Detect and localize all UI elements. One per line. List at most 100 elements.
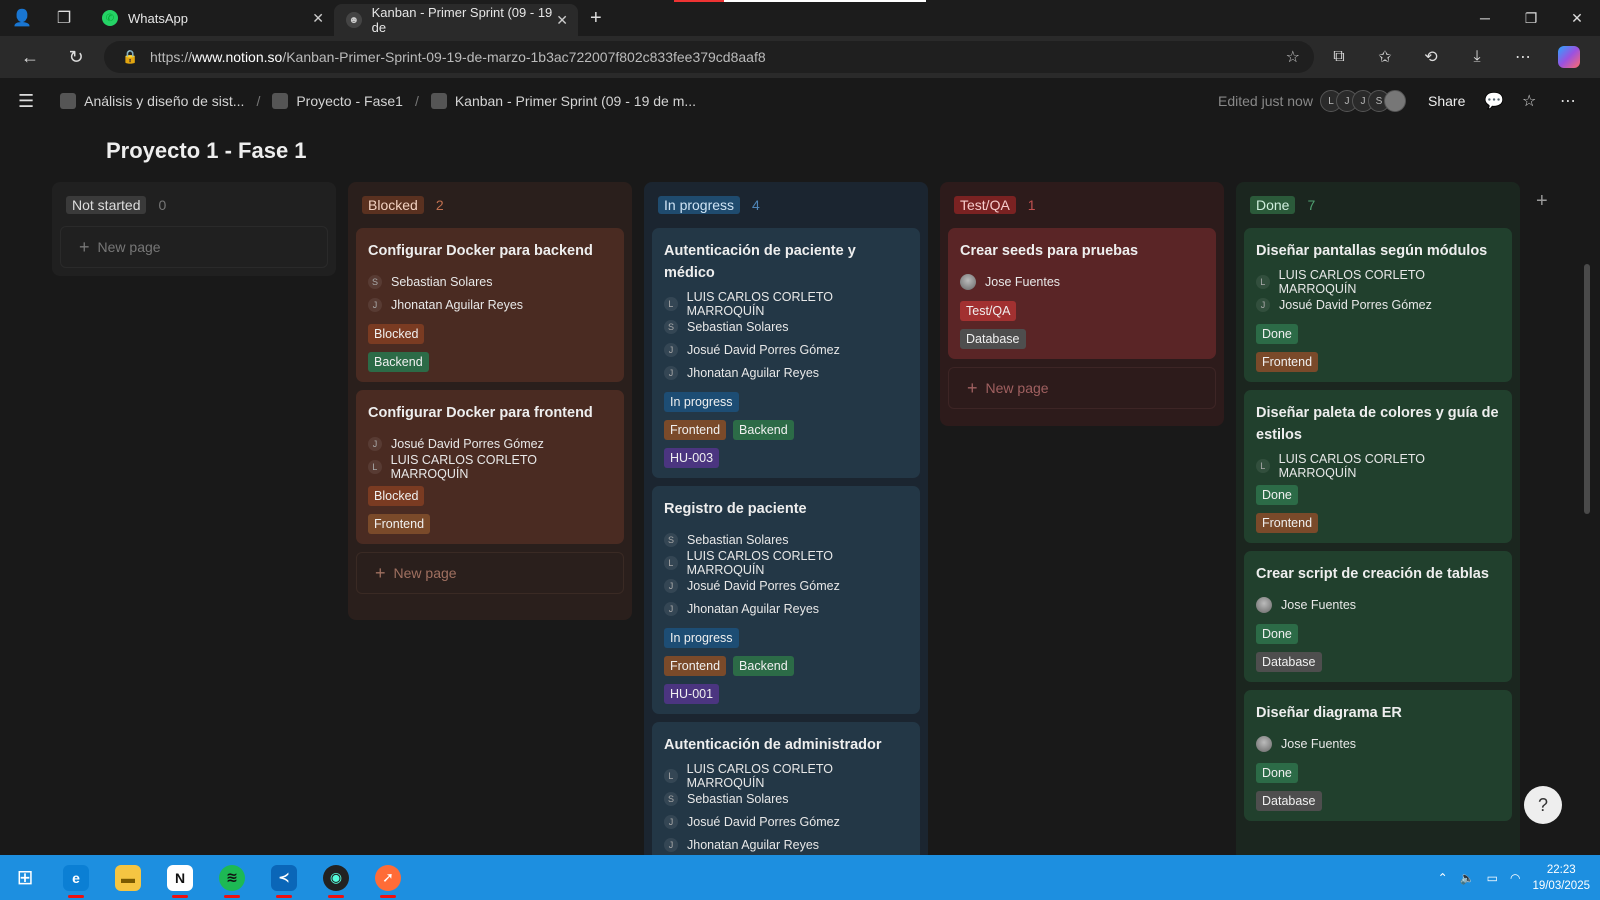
card-title: Diseñar diagrama ER [1256,705,1402,721]
kanban-card[interactable]: Crear script de creación de tablas Jose … [1244,551,1512,682]
share-button[interactable]: Share [1428,93,1465,109]
assignee: Jose Fuentes [960,270,1204,293]
notion-icon[interactable]: N [154,855,206,900]
close-window-icon[interactable]: ✕ [1554,0,1600,36]
kanban-card[interactable]: Diseñar pantallas según módulos L LUIS CA… [1244,228,1512,382]
new-page-label: New page [97,239,161,255]
assignee-name: Josué David Porres Gómez [391,436,544,451]
more-options-icon[interactable]: ⋯ [1560,91,1576,111]
column-done: Done 7 Diseñar pantallas según módulos L… [1236,182,1520,862]
postman-icon[interactable]: ➚ [362,855,414,900]
help-icon[interactable]: ? [1524,786,1562,824]
page-icon [430,93,447,109]
menu-icon[interactable]: ☰ [18,91,34,112]
close-icon[interactable]: ✕ [312,10,324,27]
assignee: J Jhonatan Aguilar Reyes [368,293,612,316]
downloads-icon[interactable]: ⤓ [1454,41,1500,73]
assignee-initial: S [664,791,678,806]
spotify-icon[interactable]: ≋ [206,855,258,900]
kanban-card[interactable]: Diseñar paleta de colores y guía de esti… [1244,390,1512,543]
scrollbar[interactable] [1584,264,1590,514]
restore-icon[interactable]: ❐ [1508,0,1554,36]
close-icon[interactable]: ✕ [556,12,568,29]
column-header[interactable]: Test/QA 1 [948,190,1216,220]
assignee-name: LUIS CARLOS CORLETO MARROQUÍN [1278,267,1425,296]
battery-icon[interactable]: ▭ [1487,871,1498,885]
column-count: 2 [435,197,444,213]
chevron-up-icon[interactable]: ⌃ [1438,871,1448,885]
status-tag: In progress [664,392,739,412]
workspaces-icon[interactable]: ❐ [52,6,76,30]
breadcrumb-project[interactable]: Proyecto - Fase1 [272,93,403,109]
user-story-tag: HU-003 [664,448,720,468]
kanban-card[interactable]: Diseñar diagrama ER Jose Fuentes Done Da… [1244,690,1512,821]
favorites-icon[interactable]: ✩ [1362,41,1408,73]
column-header[interactable]: Not started 0 [60,190,328,220]
new-page-button[interactable]: + New page [948,367,1216,409]
new-tab-button[interactable]: + [590,7,602,30]
breadcrumb-workspace[interactable]: Análisis y diseño de sist... [60,93,244,109]
folder-logo: ▬ [115,864,141,891]
assignee-name: Sebastian Solares [687,532,789,547]
add-column-button[interactable]: + [1536,190,1548,213]
back-icon[interactable]: ← [10,41,50,73]
kanban-card[interactable]: Configurar Docker para backend S Sebastia… [356,228,624,382]
more-icon[interactable]: ⋯ [1500,41,1546,73]
url-field[interactable]: 🔒 https://www.notion.so/Kanban-Primer-Sp… [104,41,1314,73]
column-header[interactable]: In progress 4 [652,190,920,220]
column-header[interactable]: Done 7 [1244,190,1512,220]
area-tag: Backend [733,420,794,440]
system-tray: ⌃ 🔈 ▭ ◠ 22:23 19/03/2025 [1438,855,1590,900]
column-header[interactable]: Blocked 2 [356,190,624,220]
wifi-icon[interactable]: ◠ [1510,871,1520,885]
tab-kanban[interactable]: ☻ Kanban - Primer Sprint (09 - 19 de ✕ [334,4,578,36]
clock[interactable]: 22:23 19/03/2025 [1532,862,1590,894]
assignee-name: Josué David Porres Gómez [687,814,840,829]
edge-icon[interactable]: e [50,855,102,900]
copilot-icon[interactable] [1558,46,1580,68]
new-page-button[interactable]: + New page [356,552,624,594]
assignee-name: Jhonatan Aguilar Reyes [687,365,820,380]
area-tag: Backend [733,656,794,676]
comments-icon[interactable]: 💬 [1484,91,1504,111]
file-explorer-icon[interactable]: ▬ [102,855,154,900]
area-tag: Backend [368,352,429,372]
area-tag: Database [960,329,1026,349]
favorite-icon[interactable]: ☆ [1522,91,1536,111]
url-path: /Kanban-Primer-Sprint-09-19-de-marzo-1b3… [282,49,766,65]
assignee-name: Sebastian Solares [687,791,789,806]
assignee-initial: J [664,601,678,616]
tab-whatsapp[interactable]: ✆ WhatsApp ✕ [90,0,334,36]
kanban-card[interactable]: Autenticación de administrador L LUIS CAR… [652,722,920,862]
new-page-button[interactable]: + New page [60,226,328,268]
refresh-icon[interactable]: ↻ [56,41,96,73]
area-tag: Frontend [368,514,431,534]
plus-icon: + [79,236,90,257]
column-count: 7 [1307,197,1316,213]
kanban-card[interactable]: Crear seeds para pruebas Jose Fuentes Te… [948,228,1216,359]
volume-icon[interactable]: 🔈 [1460,871,1475,885]
assignee: Jose Fuentes [1256,593,1500,616]
windows-start-icon[interactable]: ⊞ [0,855,50,900]
favorite-star-icon[interactable]: ☆ [1286,47,1300,67]
kanban-card[interactable]: Registro de paciente S Sebastian Solares … [652,486,920,714]
collaborator-avatars[interactable]: L J J S [1320,90,1406,112]
avatar [1256,596,1272,613]
profile-icon[interactable]: 👤 [10,6,34,30]
avatar [1384,90,1406,112]
area-tag: Frontend [1256,352,1319,372]
vscode-logo: ≺ [271,864,297,891]
minimize-icon[interactable]: ─ [1462,0,1508,36]
kanban-card[interactable]: Autenticación de paciente y médico L LUIS… [652,228,920,478]
breadcrumb-kanban[interactable]: Kanban - Primer Sprint (09 - 19 de m... [430,93,696,109]
assignee-initial: J [664,365,678,380]
extensions-icon[interactable]: ⧉ [1316,41,1362,73]
assignee-name: Sebastian Solares [391,274,493,289]
status-tag: Done [1256,485,1298,505]
app-icon[interactable]: ◉ [310,855,362,900]
history-icon[interactable]: ⟲ [1408,41,1454,73]
vscode-icon[interactable]: ≺ [258,855,310,900]
assignee-name: LUIS CARLOS CORLETO MARROQUÍN [686,289,833,318]
kanban-card[interactable]: Configurar Docker para frontend J Josué D… [356,390,624,544]
assignee-initial: L [664,555,678,570]
